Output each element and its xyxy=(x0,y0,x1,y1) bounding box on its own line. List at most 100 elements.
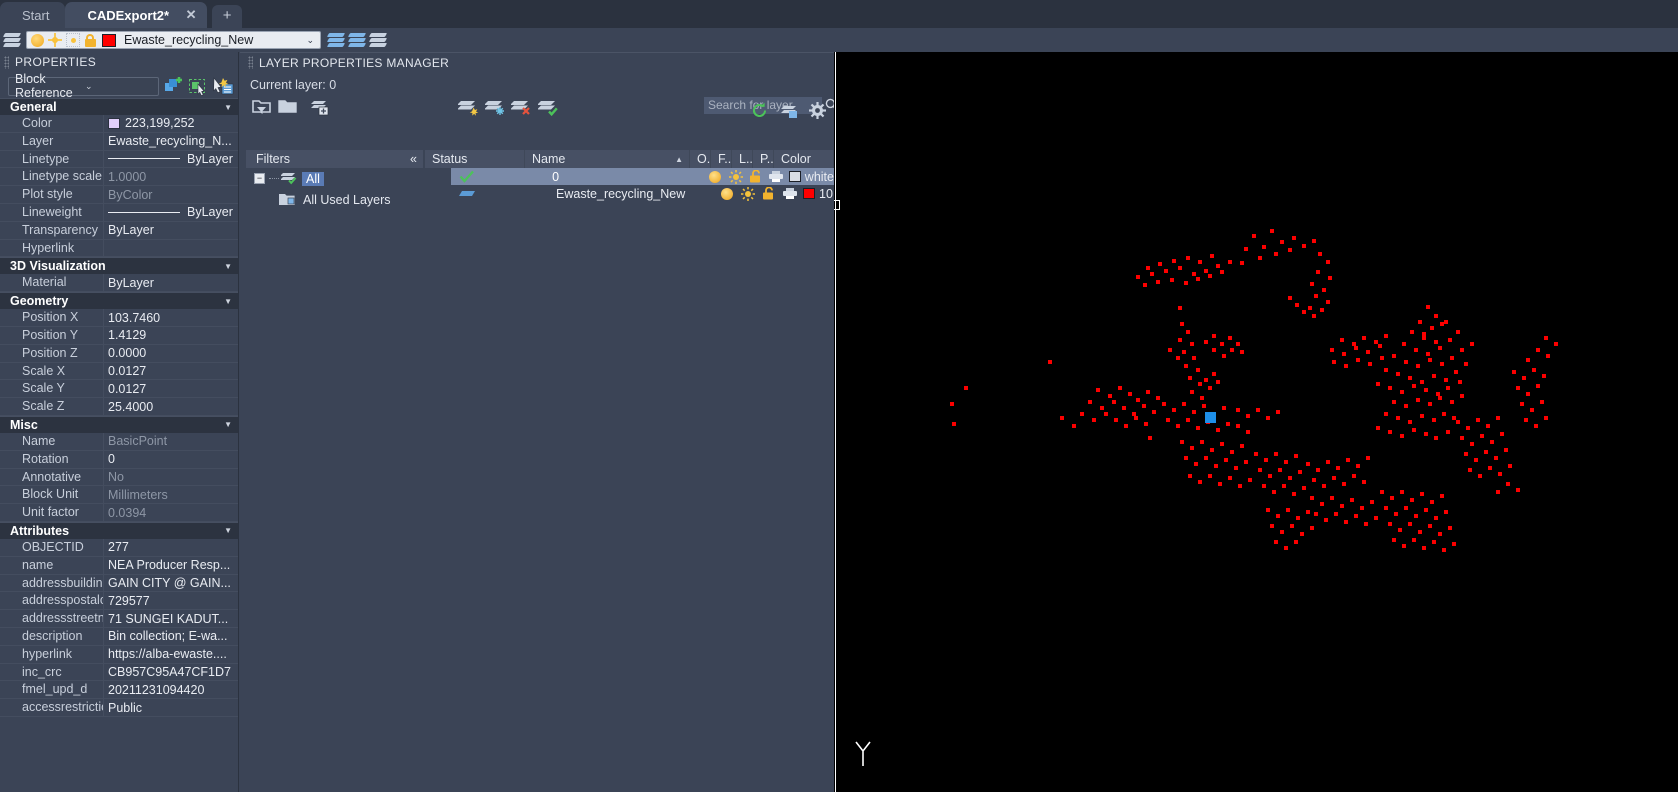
point-marker[interactable] xyxy=(1308,306,1312,310)
column-header-l[interactable]: L.. xyxy=(732,150,753,168)
point-marker[interactable] xyxy=(1392,354,1396,358)
point-marker[interactable] xyxy=(1316,270,1320,274)
point-marker[interactable] xyxy=(1266,508,1270,512)
point-marker[interactable] xyxy=(1534,424,1538,428)
pick-add-icon[interactable] xyxy=(213,76,234,96)
property-value[interactable]: 1.4129 xyxy=(104,328,238,342)
point-marker[interactable] xyxy=(1396,372,1400,376)
point-marker[interactable] xyxy=(1270,524,1274,528)
point-marker[interactable] xyxy=(1152,410,1156,414)
point-marker[interactable] xyxy=(1400,390,1404,394)
point-marker[interactable] xyxy=(1384,334,1388,338)
point-marker[interactable] xyxy=(1284,546,1288,550)
point-marker[interactable] xyxy=(1526,392,1530,396)
point-marker[interactable] xyxy=(1284,460,1288,464)
property-value[interactable]: Public xyxy=(104,701,238,715)
point-marker[interactable] xyxy=(1418,320,1422,324)
point-marker[interactable] xyxy=(1186,330,1190,334)
point-marker[interactable] xyxy=(1388,430,1392,434)
point-marker[interactable] xyxy=(1450,400,1454,404)
point-marker[interactable] xyxy=(1204,456,1208,460)
point-marker[interactable] xyxy=(1446,386,1450,390)
point-marker[interactable] xyxy=(1146,390,1150,394)
point-marker[interactable] xyxy=(1278,468,1282,472)
point-marker[interactable] xyxy=(1340,338,1344,342)
point-marker[interactable] xyxy=(1188,474,1192,478)
point-marker[interactable] xyxy=(1262,484,1266,488)
point-marker[interactable] xyxy=(1272,490,1276,494)
point-marker[interactable] xyxy=(1186,256,1190,260)
point-marker[interactable] xyxy=(1184,364,1188,368)
point-marker[interactable] xyxy=(1114,418,1118,422)
point-marker[interactable] xyxy=(1432,418,1436,422)
point-marker[interactable] xyxy=(1234,466,1238,470)
point-marker[interactable] xyxy=(1488,466,1492,470)
property-row[interactable]: Lineweight ByLayer xyxy=(0,203,238,222)
point-marker[interactable] xyxy=(1236,342,1240,346)
property-row[interactable]: Position Z 0.0000 xyxy=(0,344,238,363)
point-marker[interactable] xyxy=(1198,480,1202,484)
point-marker[interactable] xyxy=(964,386,968,390)
point-marker[interactable] xyxy=(1438,346,1442,350)
property-row[interactable]: Scale Z 25.4000 xyxy=(0,398,238,416)
point-marker[interactable] xyxy=(1150,272,1154,276)
point-marker[interactable] xyxy=(1520,402,1524,406)
point-marker[interactable] xyxy=(1192,410,1196,414)
point-marker[interactable] xyxy=(1424,432,1428,436)
point-marker[interactable] xyxy=(1526,358,1530,362)
point-marker[interactable] xyxy=(1270,229,1274,233)
property-row[interactable]: hyperlink https://alba-ewaste.... xyxy=(0,645,238,664)
point-marker[interactable] xyxy=(1398,528,1402,532)
point-marker[interactable] xyxy=(1448,338,1452,342)
point-marker[interactable] xyxy=(1356,464,1360,468)
property-row[interactable]: description Bin collection; E-wa... xyxy=(0,627,238,646)
point-marker[interactable] xyxy=(1384,506,1388,510)
point-marker[interactable] xyxy=(1246,414,1250,418)
point-marker[interactable] xyxy=(1470,442,1474,446)
property-value[interactable]: 729577 xyxy=(104,594,238,608)
point-marker[interactable] xyxy=(1220,342,1224,346)
point-marker[interactable] xyxy=(1332,476,1336,480)
point-marker[interactable] xyxy=(1294,454,1298,458)
point-marker[interactable] xyxy=(1312,239,1316,243)
point-marker[interactable] xyxy=(1438,396,1442,400)
point-marker[interactable] xyxy=(1276,514,1280,518)
point-marker[interactable] xyxy=(1422,336,1426,340)
property-value[interactable]: ByColor xyxy=(104,188,238,202)
point-marker[interactable] xyxy=(1226,422,1230,426)
point-marker[interactable] xyxy=(1136,398,1140,402)
property-value[interactable]: GAIN CITY @ GAIN... xyxy=(104,576,238,590)
point-marker[interactable] xyxy=(1540,400,1544,404)
point-marker[interactable] xyxy=(1200,396,1204,400)
layer-freeze-vp-icon[interactable] xyxy=(66,33,80,47)
property-value[interactable]: 223,199,252 xyxy=(104,116,238,130)
property-row[interactable]: Color 223,199,252 xyxy=(0,115,238,133)
property-row[interactable]: Linetype ByLayer xyxy=(0,150,238,169)
chevron-down-icon[interactable]: ▼ xyxy=(224,420,232,429)
point-marker[interactable] xyxy=(1178,306,1182,310)
point-marker[interactable] xyxy=(1142,404,1146,408)
point-marker[interactable] xyxy=(1112,400,1116,404)
point-marker[interactable] xyxy=(1168,348,1172,352)
point-marker[interactable] xyxy=(1326,460,1330,464)
property-row[interactable]: addresspostalc... 729577 xyxy=(0,592,238,611)
point-marker[interactable] xyxy=(1204,378,1208,382)
point-marker[interactable] xyxy=(1310,526,1314,530)
property-value[interactable]: 103.7460 xyxy=(104,311,238,325)
point-marker[interactable] xyxy=(1306,510,1310,514)
new-layer-vp-frozen-icon[interactable] xyxy=(484,97,507,117)
column-header-p[interactable]: P.. xyxy=(753,150,774,168)
point-marker[interactable] xyxy=(1408,376,1412,380)
property-value[interactable]: ByLayer xyxy=(104,152,238,166)
point-marker[interactable] xyxy=(1506,482,1510,486)
point-marker[interactable] xyxy=(1410,498,1414,502)
point-marker[interactable] xyxy=(1288,476,1292,480)
point-marker[interactable] xyxy=(1452,542,1456,546)
point-marker[interactable] xyxy=(1466,426,1470,430)
point-marker[interactable] xyxy=(1198,382,1202,386)
point-marker[interactable] xyxy=(1212,348,1216,352)
point-marker[interactable] xyxy=(1442,548,1446,552)
point-marker[interactable] xyxy=(1426,352,1430,356)
property-value[interactable]: 0.0394 xyxy=(104,506,238,520)
point-marker[interactable] xyxy=(1220,442,1224,446)
